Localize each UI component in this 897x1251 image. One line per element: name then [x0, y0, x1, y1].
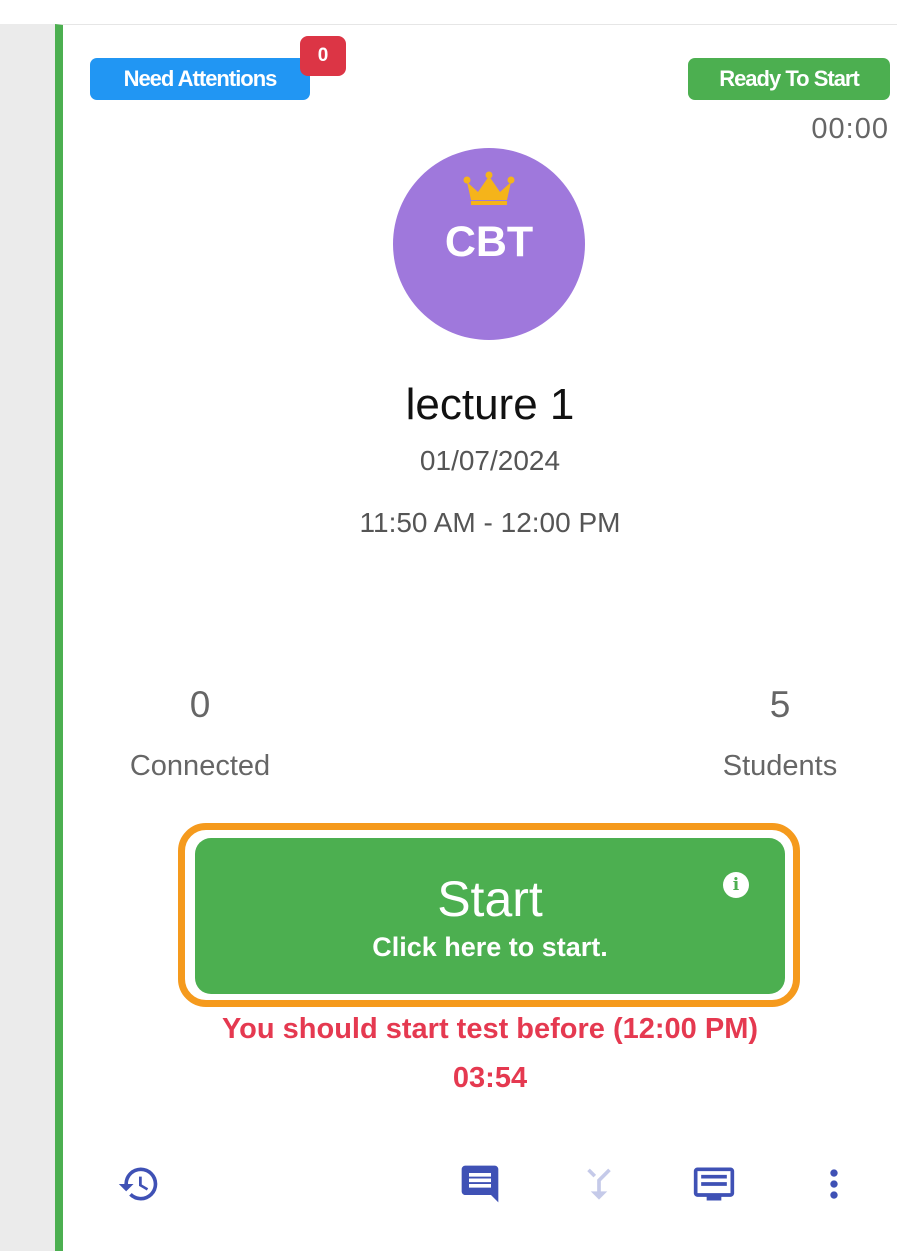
- countdown-timer: 03:54: [452, 1062, 528, 1094]
- chat-icon[interactable]: [458, 1162, 502, 1206]
- start-deadline-warning: You should start test before (12:00 PM): [221, 1013, 759, 1045]
- more-vertical-icon[interactable]: [812, 1162, 856, 1206]
- session-time-range: 11:50 AM - 12:00 PM: [359, 507, 621, 538]
- session-title: lecture 1: [405, 380, 575, 429]
- avatar-text: CBT: [444, 218, 534, 266]
- attention-count-badge: 0: [300, 36, 346, 76]
- students-label: Students: [722, 750, 838, 782]
- message-list-icon[interactable]: [692, 1162, 736, 1206]
- session-date: 01/07/2024: [419, 445, 561, 476]
- connected-label: Connected: [129, 750, 271, 782]
- left-gutter: [0, 24, 55, 1251]
- history-icon[interactable]: [117, 1162, 161, 1206]
- top-strip: [0, 0, 897, 24]
- start-button-sublabel: Click here to start.: [372, 932, 608, 962]
- session-avatar: CBT: [393, 148, 585, 340]
- info-icon[interactable]: i: [723, 872, 749, 898]
- students-count: 5: [769, 684, 791, 725]
- status-badge: Ready To Start: [688, 58, 890, 100]
- session-screen: Need Attentions 0 Ready To Start 00:00 C…: [0, 0, 897, 1251]
- start-button[interactable]: Start Click here to start. i: [195, 838, 785, 994]
- connected-count: 0: [189, 684, 211, 725]
- merge-icon[interactable]: [577, 1162, 621, 1206]
- elapsed-timer: 00:00: [811, 113, 889, 145]
- start-button-label: Start: [437, 871, 543, 927]
- crown-icon: [463, 171, 515, 205]
- need-attentions-badge[interactable]: Need Attentions: [90, 58, 310, 100]
